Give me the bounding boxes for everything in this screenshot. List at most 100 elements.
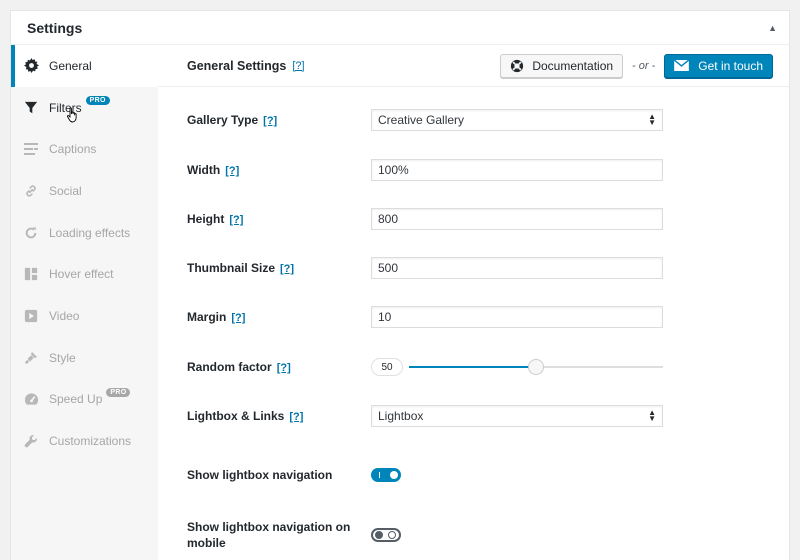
paint-brush-icon <box>23 350 39 366</box>
sidebar-item-video[interactable]: Video <box>11 295 158 337</box>
width-row: Width [?] 100% <box>187 159 789 181</box>
settings-content: General Settings [?] Documentation - or … <box>158 45 789 560</box>
settings-panel: Settings ▲ General Filters PRO Captions <box>10 10 790 560</box>
gallery-type-select[interactable]: Creative Gallery ▲ ▼ <box>371 109 663 131</box>
link-icon <box>23 183 39 199</box>
envelope-icon <box>674 60 690 71</box>
height-label-text: Height <box>187 212 225 226</box>
captions-icon <box>23 141 39 157</box>
show-lightbox-nav-mobile-toggle[interactable] <box>371 528 401 542</box>
speedometer-icon <box>23 391 39 407</box>
sidebar-item-label: Captions <box>49 142 97 157</box>
gallery-type-row: Gallery Type [?] Creative Gallery ▲ ▼ <box>187 109 789 131</box>
sidebar-item-hover-effect[interactable]: Hover effect <box>11 253 158 295</box>
help-link[interactable]: [?] <box>289 411 303 423</box>
get-in-touch-button[interactable]: Get in touch <box>664 53 773 78</box>
slider-handle[interactable] <box>528 359 544 375</box>
sidebar-item-label: Video <box>49 308 80 323</box>
sidebar-item-label: Speed Up <box>49 392 103 407</box>
collapse-arrow-icon[interactable]: ▲ <box>768 23 777 33</box>
header-actions: Documentation - or - Get in touch <box>500 53 773 78</box>
random-factor-label-text: Random factor <box>187 360 272 374</box>
sidebar-item-label: General <box>49 58 92 73</box>
gear-icon <box>23 58 39 74</box>
gallery-type-label: Gallery Type [?] <box>187 113 371 127</box>
random-factor-label: Random factor [?] <box>187 360 371 374</box>
sidebar-item-label: Hover effect <box>49 267 114 282</box>
thumbnail-size-label-text: Thumbnail Size <box>187 261 276 275</box>
sidebar-item-label: Social <box>49 183 82 198</box>
content-title: General Settings <box>187 58 287 73</box>
lightbox-links-value: Lightbox <box>378 409 424 423</box>
or-separator: - or - <box>632 59 656 72</box>
height-label: Height [?] <box>187 212 371 226</box>
random-factor-row: Random factor [?] 50 <box>187 356 789 378</box>
lightbox-links-select[interactable]: Lightbox ▲ ▼ <box>371 405 663 427</box>
pro-badge: PRO <box>85 96 110 106</box>
refresh-icon <box>23 225 39 241</box>
slider-track[interactable] <box>409 359 663 375</box>
documentation-button[interactable]: Documentation <box>500 53 624 78</box>
settings-sidebar: General Filters PRO Captions Social Load… <box>11 45 158 560</box>
funnel-icon <box>23 100 39 116</box>
slider-value: 50 <box>371 358 403 376</box>
width-input[interactable]: 100% <box>371 159 663 181</box>
help-link[interactable]: [?] <box>292 60 304 72</box>
panel-header: Settings ▲ <box>11 11 789 45</box>
content-header: General Settings [?] Documentation - or … <box>158 45 789 87</box>
panel-title: Settings <box>27 19 83 36</box>
toggle-off-mark <box>388 531 396 539</box>
play-icon <box>23 308 39 324</box>
gallery-type-value: Creative Gallery <box>378 113 465 127</box>
margin-input[interactable]: 10 <box>371 306 663 328</box>
height-row: Height [?] 800 <box>187 208 789 230</box>
thumbnail-size-label: Thumbnail Size [?] <box>187 261 371 275</box>
help-link[interactable]: [?] <box>225 165 239 177</box>
hand-cursor-icon <box>66 107 80 126</box>
sidebar-item-social[interactable]: Social <box>11 170 158 212</box>
show-lightbox-nav-mobile-row: Show lightbox navigation on mobile <box>187 519 789 551</box>
help-link[interactable]: [?] <box>263 115 277 127</box>
thumbnail-size-row: Thumbnail Size [?] 500 <box>187 257 789 279</box>
sidebar-item-style[interactable]: Style <box>11 337 158 379</box>
width-label-text: Width <box>187 163 221 177</box>
lightbox-links-label-text: Lightbox & Links <box>187 409 285 423</box>
sidebar-item-label: Customizations <box>49 434 132 449</box>
get-in-touch-label: Get in touch <box>698 58 763 73</box>
sidebar-item-label: Loading effects <box>49 225 131 240</box>
pro-badge: PRO <box>106 387 131 397</box>
lightbox-links-row: Lightbox & Links [?] Lightbox ▲ ▼ <box>187 405 789 427</box>
help-link[interactable]: [?] <box>277 362 291 374</box>
sidebar-item-captions[interactable]: Captions <box>11 128 158 170</box>
select-arrows-icon: ▲ ▼ <box>648 408 656 423</box>
toggle-knob <box>390 471 398 479</box>
toggle-knob <box>375 531 383 539</box>
sidebar-item-general[interactable]: General <box>11 45 158 87</box>
toggle-on-mark <box>379 472 380 478</box>
random-factor-slider[interactable]: 50 <box>371 356 663 378</box>
sidebar-item-loading-effects[interactable]: Loading effects <box>11 212 158 254</box>
width-label: Width [?] <box>187 163 371 177</box>
lightbox-links-label: Lightbox & Links [?] <box>187 409 371 423</box>
show-lightbox-nav-label: Show lightbox navigation <box>187 468 333 482</box>
documentation-label: Documentation <box>532 58 614 73</box>
gallery-type-label-text: Gallery Type <box>187 113 259 127</box>
sidebar-item-filters[interactable]: Filters PRO <box>11 87 158 129</box>
show-lightbox-nav-toggle[interactable] <box>371 468 401 482</box>
wrench-icon <box>23 433 39 449</box>
help-link[interactable]: [?] <box>231 312 245 324</box>
thumbnail-size-input[interactable]: 500 <box>371 257 663 279</box>
height-input[interactable]: 800 <box>371 208 663 230</box>
margin-row: Margin [?] 10 <box>187 306 789 328</box>
show-lightbox-nav-row: Show lightbox navigation <box>187 468 789 482</box>
show-lightbox-nav-mobile-label: Show lightbox navigation on mobile <box>187 520 351 550</box>
select-arrows-icon: ▲ ▼ <box>648 112 656 127</box>
sidebar-item-speed-up[interactable]: Speed Up PRO <box>11 379 158 421</box>
margin-label: Margin [?] <box>187 310 371 324</box>
slider-fill <box>409 366 536 368</box>
sidebar-item-label: Style <box>49 350 76 365</box>
sidebar-item-customizations[interactable]: Customizations <box>11 420 158 462</box>
help-link[interactable]: [?] <box>280 263 294 275</box>
help-link[interactable]: [?] <box>229 214 243 226</box>
lifebuoy-icon <box>511 59 524 72</box>
